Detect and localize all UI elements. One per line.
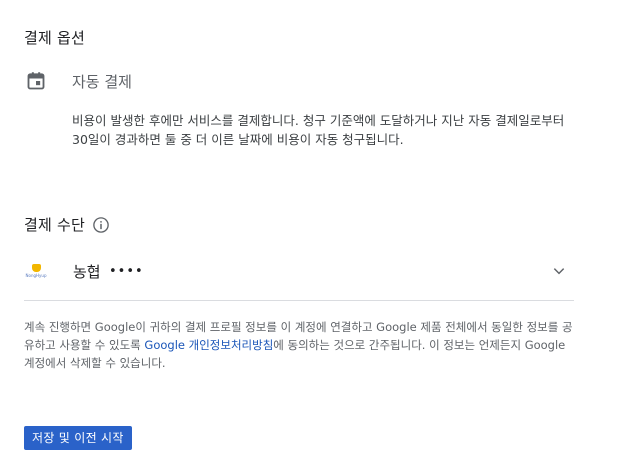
nonghyup-logo-icon: NongHyup	[24, 259, 48, 283]
autopay-label: 자동 결제	[72, 72, 132, 91]
chevron-down-icon[interactable]	[548, 260, 570, 282]
payment-method-header: 결제 수단	[24, 214, 110, 235]
legal-notice: 계속 진행하면 Google이 귀하의 결제 프로필 정보를 이 계정에 연결하…	[24, 318, 576, 372]
payment-settings-page: 결제 옵션 자동 결제 비용이 발생한 후에만 서비스를 결제합니다. 청구 기…	[0, 0, 640, 462]
info-icon[interactable]	[92, 216, 110, 234]
privacy-policy-link[interactable]: Google 개인정보처리방침	[144, 338, 273, 352]
autopay-option: 자동 결제	[25, 68, 585, 94]
payment-method-title: 결제 수단	[24, 216, 85, 234]
divider	[24, 300, 574, 301]
payment-options-title: 결제 옵션	[24, 29, 85, 47]
calendar-icon	[25, 70, 47, 92]
save-and-start-transfer-button[interactable]: 저장 및 이전 시작	[24, 426, 132, 450]
bank-name: 농협	[73, 262, 101, 281]
masked-account-number: ••••	[109, 263, 144, 279]
autopay-description: 비용이 발생한 후에만 서비스를 결제합니다. 청구 기준액에 도달하거나 지난…	[72, 113, 565, 147]
payment-method-select[interactable]: NongHyup 농협 ••••	[24, 254, 574, 288]
